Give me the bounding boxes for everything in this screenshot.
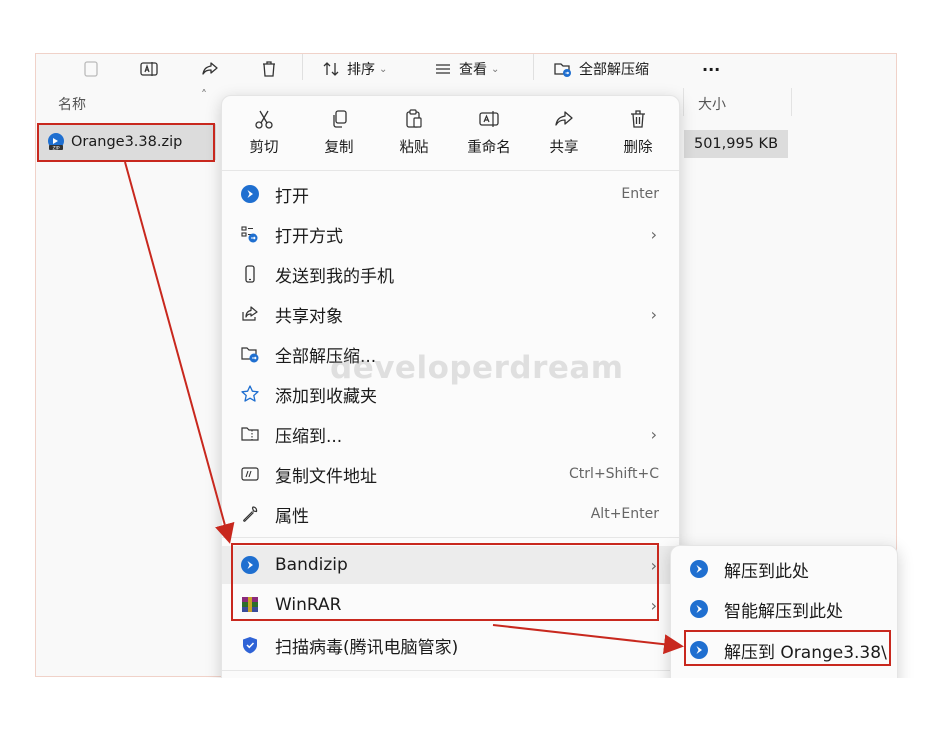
- annotation-box-extract-to: [684, 630, 891, 666]
- submenu-item-label: 解压到此处: [724, 561, 809, 582]
- toolbar-divider: [533, 54, 534, 80]
- column-divider[interactable]: [683, 88, 684, 116]
- page-margin-bottom: [0, 678, 934, 732]
- menu-item-label: 复制文件地址: [275, 466, 377, 487]
- shortcut-label: Ctrl+Shift+C: [569, 466, 659, 482]
- submenu-item-smart-extract[interactable]: 智能解压到此处: [671, 591, 897, 627]
- chevron-down-icon: ⌄: [491, 63, 500, 75]
- bandizip-icon: [690, 560, 708, 578]
- submenu-item-label: 智能解压到此处: [724, 601, 843, 622]
- column-divider[interactable]: [791, 88, 792, 116]
- open-with-icon: [240, 224, 260, 244]
- sort-button[interactable]: 排序 ⌄: [321, 54, 387, 84]
- copy-icon: [333, 110, 347, 128]
- menu-item-label: 发送到我的手机: [275, 266, 394, 287]
- bandizip-icon: [240, 184, 260, 204]
- share-label: 共享: [549, 140, 579, 156]
- menu-item-open-with[interactable]: 打开方式 ›: [222, 215, 679, 253]
- rename-button[interactable]: 重命名: [458, 108, 520, 157]
- delete-button[interactable]: 删除: [607, 108, 669, 157]
- new-doc-icon: [84, 61, 98, 77]
- share-icon: [202, 62, 218, 75]
- new-item-button[interactable]: [81, 54, 101, 84]
- quick-actions-bar: 剪切 复制 粘贴 重命名 共享 删除: [222, 96, 679, 171]
- cut-label: 剪切: [249, 140, 279, 156]
- phone-icon: [240, 264, 260, 284]
- scissors-icon: [255, 110, 273, 129]
- rename-toolbar-button[interactable]: [139, 54, 159, 84]
- menu-item-compress-to[interactable]: 压缩到... ›: [222, 415, 679, 453]
- sort-icon: [323, 62, 339, 76]
- menu-divider: [222, 670, 679, 671]
- shield-icon: [240, 635, 260, 655]
- shortcut-label: Alt+Enter: [590, 506, 659, 522]
- wrench-icon: [240, 504, 260, 524]
- share-icon: [555, 111, 573, 126]
- column-header-name[interactable]: 名称: [58, 94, 86, 114]
- view-button[interactable]: 查看 ⌄: [433, 54, 499, 84]
- chevron-right-icon: ›: [650, 224, 657, 244]
- chevron-right-icon: ›: [650, 424, 657, 444]
- delete-toolbar-button[interactable]: [259, 54, 279, 84]
- menu-item-label: 压缩到...: [275, 426, 343, 447]
- copy-label: 复制: [324, 140, 354, 156]
- annotation-box-file: [37, 123, 215, 162]
- copy-button[interactable]: 复制: [308, 108, 370, 157]
- extract-all-label: 全部解压缩: [579, 62, 649, 78]
- menu-item-virus-scan[interactable]: 扫描病毒(腾讯电脑管家): [222, 626, 679, 664]
- paste-label: 粘贴: [399, 140, 429, 156]
- view-icon: [436, 64, 450, 74]
- column-header-size[interactable]: 大小: [698, 94, 726, 114]
- watermark-text: developerdream: [330, 350, 624, 386]
- chevron-right-icon: ›: [650, 304, 657, 324]
- bandizip-icon: [690, 600, 708, 618]
- submenu-item-extract-here[interactable]: 解压到此处: [671, 551, 897, 587]
- menu-item-copy-path[interactable]: 复制文件地址 Ctrl+Shift+C: [222, 455, 679, 493]
- sort-ascending-icon: ˄: [201, 88, 207, 102]
- menu-divider: [222, 537, 679, 538]
- menu-item-properties[interactable]: 属性 Alt+Enter: [222, 495, 679, 533]
- share-toolbar-button[interactable]: [200, 54, 220, 84]
- toolbar: 排序 ⌄ 查看 ⌄ 全部解压缩 ···: [36, 54, 896, 88]
- extract-all-button[interactable]: 全部解压缩: [553, 54, 649, 84]
- chevron-down-icon: ⌄: [379, 63, 388, 75]
- menu-item-label: 扫描病毒(腾讯电脑管家): [275, 637, 459, 658]
- menu-item-label: 共享对象: [275, 306, 343, 327]
- menu-item-open[interactable]: 打开 Enter: [222, 175, 679, 213]
- trash-icon: [631, 110, 645, 128]
- menu-item-label: 打开方式: [275, 226, 343, 247]
- archive-icon: [240, 424, 260, 444]
- copy-path-icon: [240, 464, 260, 484]
- rename-label: 重命名: [467, 140, 511, 156]
- menu-item-send-to-phone[interactable]: 发送到我的手机: [222, 255, 679, 293]
- shortcut-label: Enter: [621, 186, 659, 202]
- share-button[interactable]: 共享: [533, 108, 595, 157]
- trash-icon: [263, 61, 275, 77]
- bandizip-submenu: 解压到此处 智能解压到此处 解压到 Orange3.38\: [670, 545, 898, 697]
- more-options-button[interactable]: ···: [702, 54, 720, 84]
- toolbar-divider: [302, 54, 303, 80]
- menu-item-share-with[interactable]: 共享对象 ›: [222, 295, 679, 333]
- folder-extract-icon: [554, 63, 571, 77]
- sort-label: 排序: [347, 62, 375, 78]
- menu-item-label: 打开: [275, 186, 309, 207]
- paste-button[interactable]: 粘贴: [383, 108, 445, 157]
- cut-button[interactable]: 剪切: [233, 108, 295, 157]
- share-icon: [240, 304, 260, 324]
- folder-extract-icon: [240, 344, 260, 364]
- rename-icon: [140, 62, 158, 76]
- file-size-cell: 501,995 KB: [684, 130, 788, 158]
- star-icon: [240, 384, 260, 404]
- delete-label: 删除: [623, 140, 653, 156]
- menu-item-label: 属性: [275, 506, 309, 527]
- paste-icon: [406, 109, 422, 128]
- rename-icon: [479, 111, 499, 127]
- view-label: 查看: [459, 62, 487, 78]
- annotation-box-bandizip-winrar: [231, 543, 659, 621]
